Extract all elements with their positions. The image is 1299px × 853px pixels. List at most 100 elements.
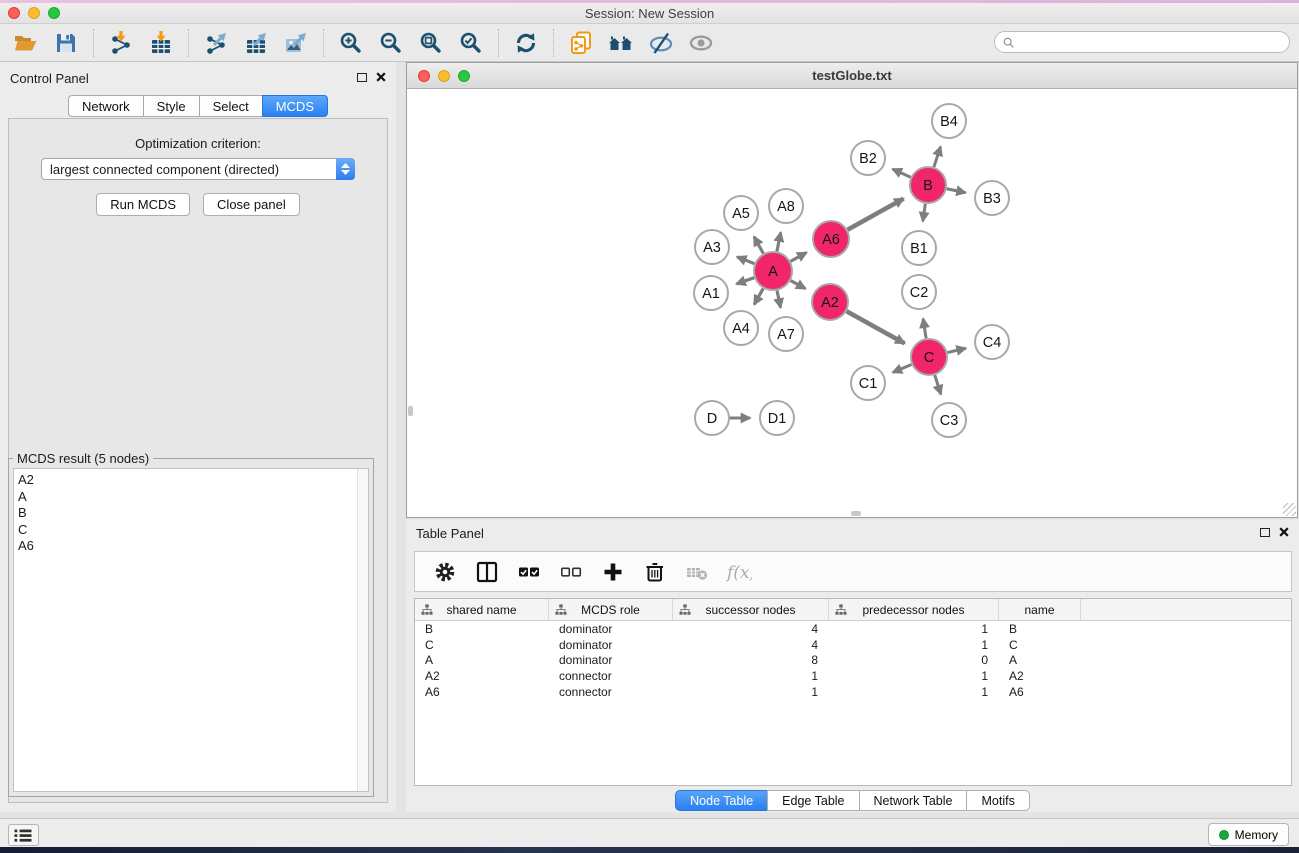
edge-C-C1[interactable] — [893, 364, 912, 372]
show-all-networks-button[interactable] — [604, 27, 638, 59]
graph-node-A2[interactable]: A2 — [812, 284, 848, 320]
open-session-button[interactable] — [9, 27, 43, 59]
show-panels-list-button[interactable] — [8, 824, 39, 846]
tab-node-table[interactable]: Node Table — [675, 790, 767, 811]
edge-C-C2[interactable] — [923, 319, 926, 339]
tab-style[interactable]: Style — [143, 95, 199, 117]
graph-node-B3[interactable]: B3 — [975, 181, 1009, 215]
table-row[interactable]: Bdominator41B — [415, 621, 1291, 637]
graph-node-C[interactable]: C — [911, 339, 947, 375]
table-row[interactable]: Adominator80A — [415, 653, 1291, 669]
deselect-all-button[interactable] — [555, 556, 587, 588]
graph-node-C4[interactable]: C4 — [975, 325, 1009, 359]
network-canvas[interactable]: AA6A2BCA5A8A3A1A4A7B2B4B3B1C2C4C1C3DD1 — [408, 90, 1296, 517]
zoom-out-button[interactable] — [374, 27, 408, 59]
export-network-button[interactable] — [199, 27, 233, 59]
tab-motifs[interactable]: Motifs — [966, 790, 1029, 811]
edge-A-A4[interactable] — [754, 288, 763, 304]
graph-node-D1[interactable]: D1 — [760, 401, 794, 435]
result-item[interactable]: C — [14, 522, 368, 539]
edge-A-A3[interactable] — [737, 257, 754, 264]
graph-node-D[interactable]: D — [695, 401, 729, 435]
graph-node-B4[interactable]: B4 — [932, 104, 966, 138]
graph-node-A4[interactable]: A4 — [724, 311, 758, 345]
tab-network[interactable]: Network — [68, 95, 143, 117]
result-item[interactable]: B — [14, 505, 368, 522]
edge-A-A7[interactable] — [777, 291, 781, 308]
graph-node-C1[interactable]: C1 — [851, 366, 885, 400]
graph-node-B1[interactable]: B1 — [902, 231, 936, 265]
tab-edge-table[interactable]: Edge Table — [767, 790, 858, 811]
delete-table-button[interactable] — [681, 556, 713, 588]
float-table-panel-icon[interactable] — [1260, 528, 1270, 537]
result-item[interactable]: A2 — [14, 472, 368, 489]
edge-B-B1[interactable] — [923, 204, 925, 221]
edge-A-A8[interactable] — [777, 232, 781, 251]
add-row-button[interactable] — [597, 556, 629, 588]
column-header-name[interactable]: name — [999, 599, 1081, 620]
search-field[interactable] — [994, 31, 1290, 53]
window-resize-grip[interactable] — [1283, 503, 1296, 516]
edge-A-A1[interactable] — [736, 278, 754, 284]
split-panel-button[interactable] — [471, 556, 503, 588]
duplicate-network-button[interactable] — [564, 27, 598, 59]
edge-A-A2[interactable] — [791, 281, 806, 289]
network-horizontal-scrollbar[interactable] — [851, 511, 861, 516]
edge-C-C3[interactable] — [935, 375, 941, 394]
close-panel-icon[interactable] — [376, 72, 386, 82]
show-network-view-button[interactable] — [684, 27, 718, 59]
graph-node-A[interactable]: A — [754, 252, 792, 290]
edge-C-C4[interactable] — [947, 348, 965, 352]
result-item[interactable]: A — [14, 489, 368, 506]
graph-node-A5[interactable]: A5 — [724, 196, 758, 230]
edge-B-B4[interactable] — [934, 147, 941, 167]
close-panel-button[interactable]: Close panel — [203, 193, 300, 216]
table-row[interactable]: Cdominator41C — [415, 637, 1291, 653]
zoom-in-button[interactable] — [334, 27, 368, 59]
edge-B-B2[interactable] — [893, 169, 911, 177]
criterion-dropdown[interactable]: largest connected component (directed) — [41, 158, 355, 180]
memory-button[interactable]: Memory — [1208, 823, 1289, 846]
edge-A-A6[interactable] — [791, 253, 807, 262]
tab-select[interactable]: Select — [199, 95, 262, 117]
export-image-button[interactable] — [279, 27, 313, 59]
tab-mcds[interactable]: MCDS — [262, 95, 328, 117]
function-builder-button[interactable]: f(x) — [723, 556, 755, 588]
table-settings-button[interactable] — [429, 556, 461, 588]
save-session-button[interactable] — [49, 27, 83, 59]
float-panel-icon[interactable] — [357, 73, 367, 82]
select-all-button[interactable] — [513, 556, 545, 588]
table-row[interactable]: A6connector11A6 — [415, 684, 1291, 700]
search-input[interactable] — [1015, 33, 1289, 51]
graph-node-A6[interactable]: A6 — [813, 221, 849, 257]
graph-node-A3[interactable]: A3 — [695, 230, 729, 264]
result-item[interactable]: A6 — [14, 538, 368, 555]
mcds-result-list[interactable]: A2ABCA6 — [13, 468, 369, 792]
refresh-button[interactable] — [509, 27, 543, 59]
run-mcds-button[interactable]: Run MCDS — [96, 193, 190, 216]
import-table-button[interactable] — [144, 27, 178, 59]
hide-network-view-button[interactable] — [644, 27, 678, 59]
export-table-button[interactable] — [239, 27, 273, 59]
graph-node-A1[interactable]: A1 — [694, 276, 728, 310]
table-row[interactable]: A2connector11A2 — [415, 668, 1291, 684]
tab-network-table[interactable]: Network Table — [859, 790, 967, 811]
delete-row-button[interactable] — [639, 556, 671, 588]
graph-node-B[interactable]: B — [910, 167, 946, 203]
zoom-fit-button[interactable] — [414, 27, 448, 59]
result-list-scrollbar[interactable] — [357, 469, 368, 791]
edge-A2-C[interactable] — [847, 311, 905, 343]
graph-node-A8[interactable]: A8 — [769, 189, 803, 223]
graph-node-B2[interactable]: B2 — [851, 141, 885, 175]
edge-B-B3[interactable] — [947, 189, 966, 193]
network-vertical-scrollbar[interactable] — [408, 406, 413, 416]
column-header-predecessor-nodes[interactable]: predecessor nodes — [829, 599, 999, 620]
column-header-MCDS-role[interactable]: MCDS role — [549, 599, 673, 620]
close-table-panel-icon[interactable] — [1279, 527, 1289, 537]
graph-node-A7[interactable]: A7 — [769, 317, 803, 351]
column-header-successor-nodes[interactable]: successor nodes — [673, 599, 829, 620]
graph-node-C3[interactable]: C3 — [932, 403, 966, 437]
column-header-shared-name[interactable]: shared name — [415, 599, 549, 620]
edge-A6-B[interactable] — [848, 199, 904, 230]
zoom-selected-button[interactable] — [454, 27, 488, 59]
